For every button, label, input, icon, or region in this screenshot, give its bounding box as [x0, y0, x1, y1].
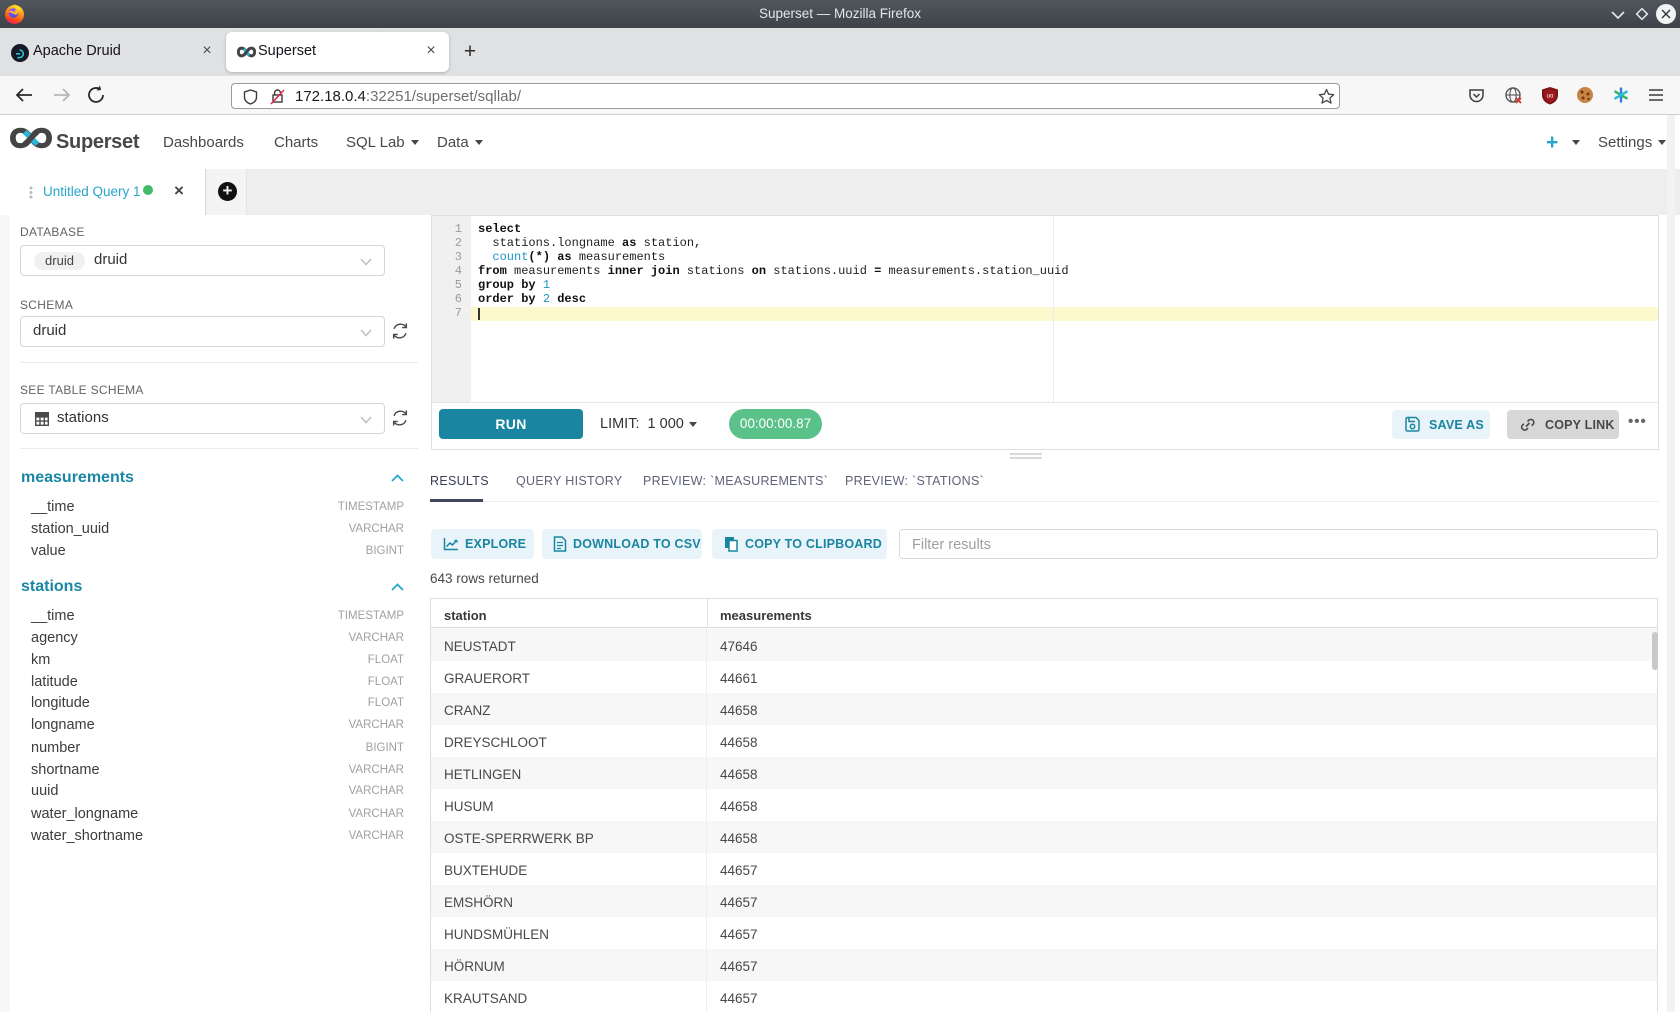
svg-text:uo: uo: [1547, 94, 1554, 100]
